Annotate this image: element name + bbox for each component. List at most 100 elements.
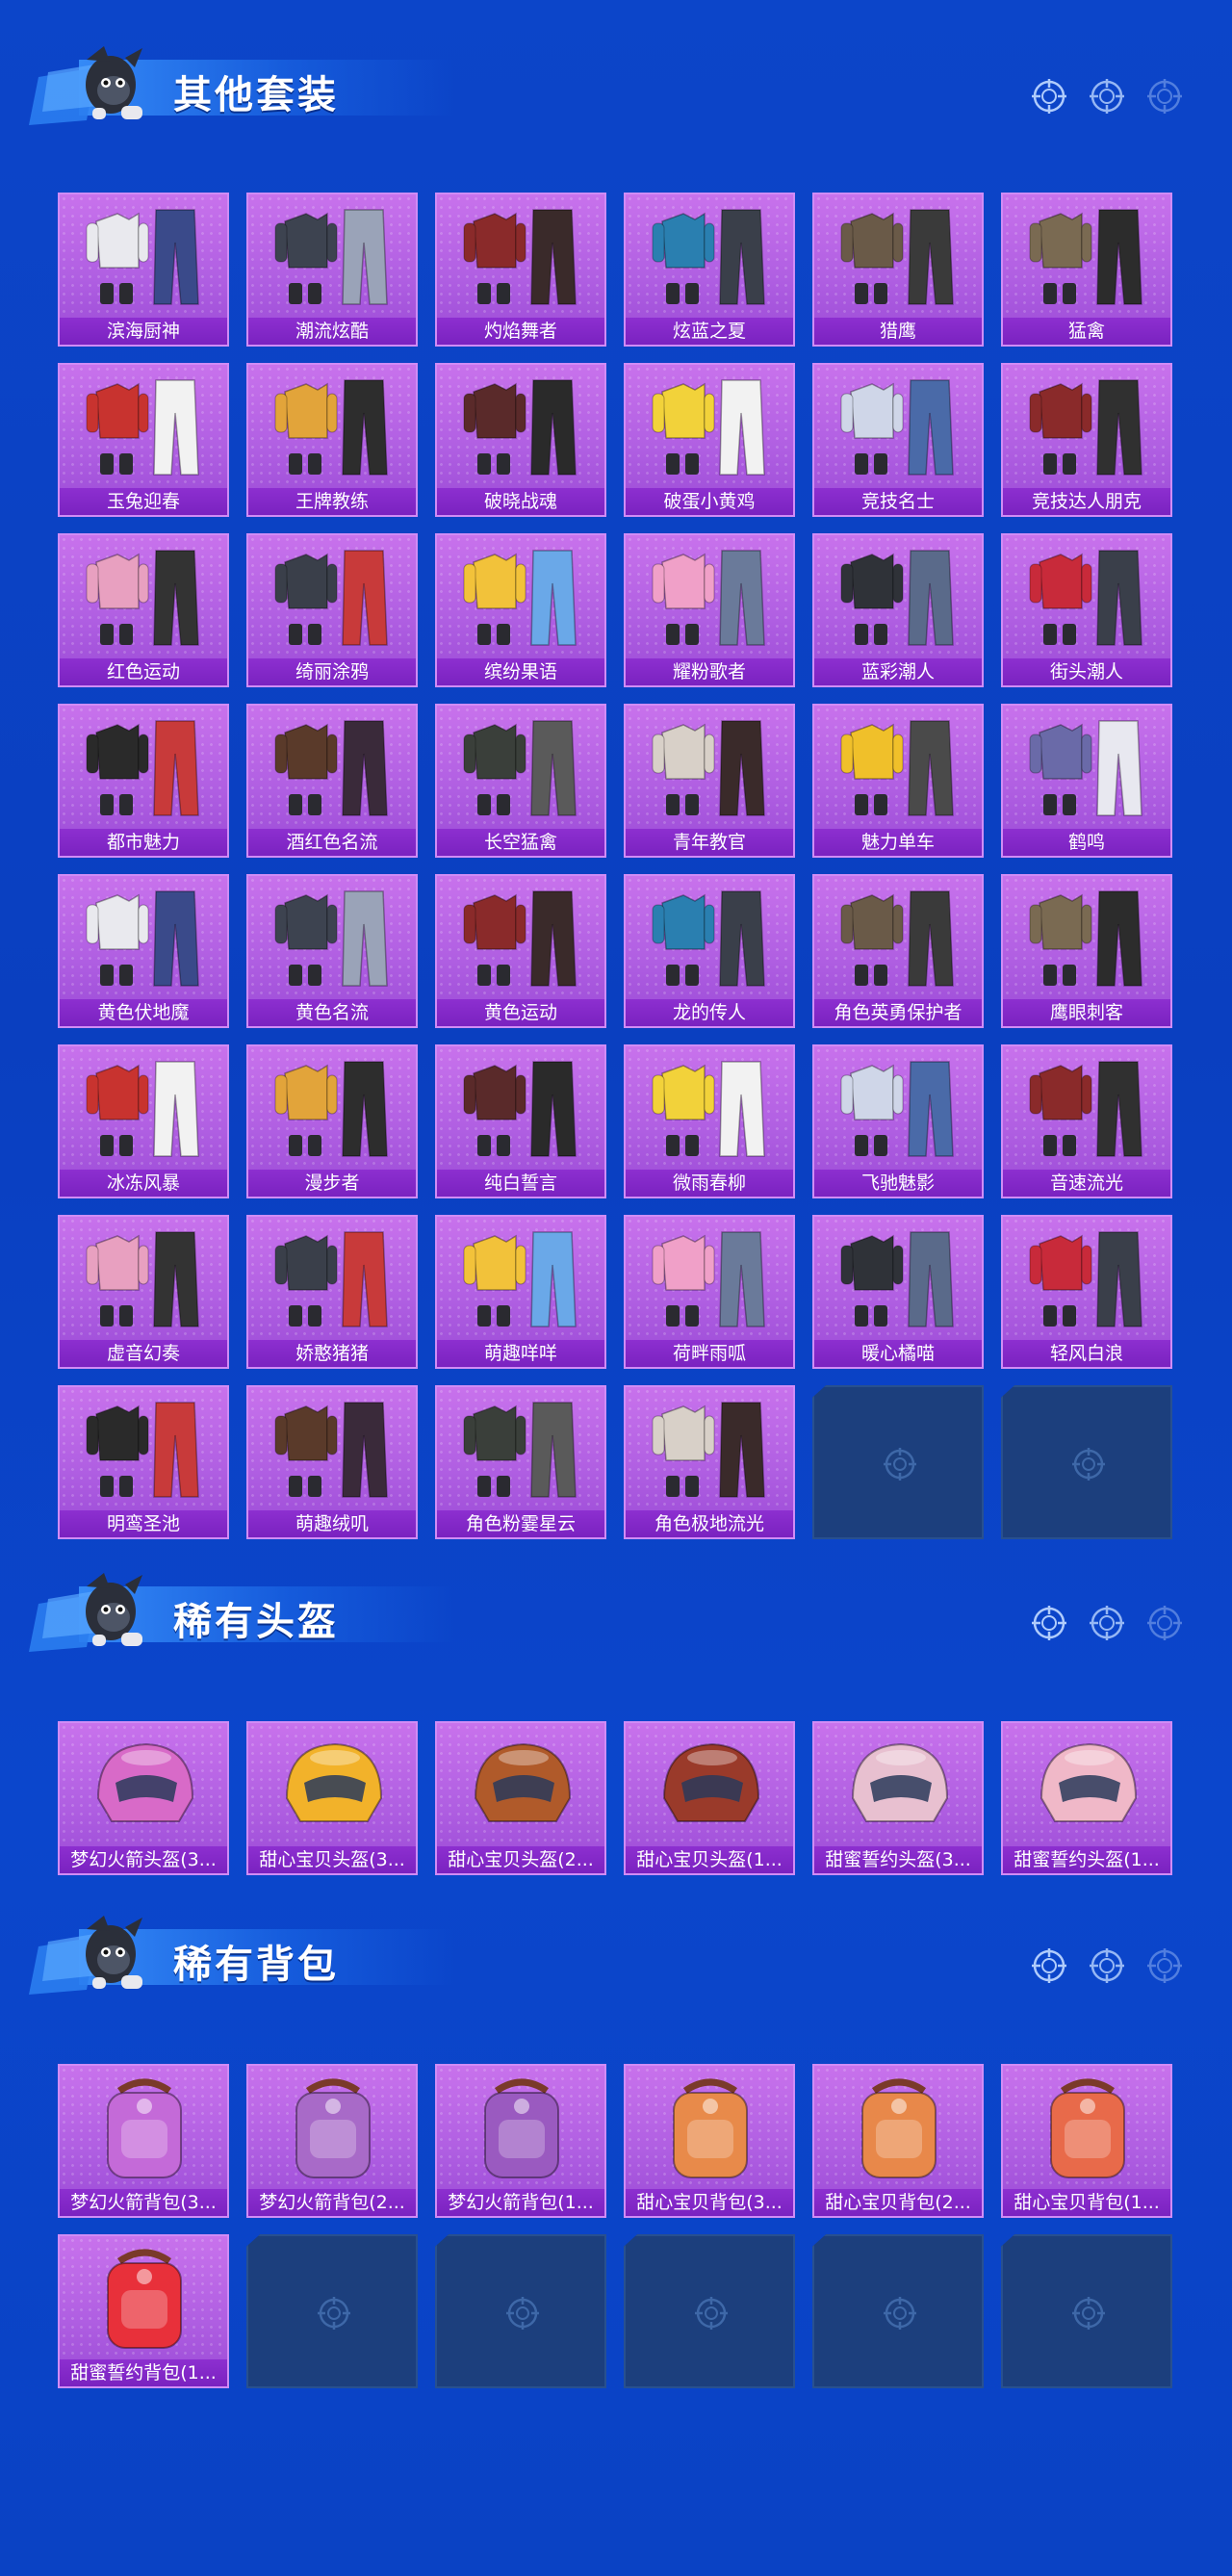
- item-tile[interactable]: 潮流炫酷: [246, 193, 418, 347]
- item-tile[interactable]: 甜蜜誓约头盔(1...: [1001, 1721, 1172, 1875]
- item-tile[interactable]: 炫蓝之夏: [624, 193, 795, 347]
- item-tile[interactable]: 微雨春柳: [624, 1044, 795, 1198]
- backpack-icon: [645, 2072, 776, 2185]
- crosshair-icon: [1030, 77, 1068, 116]
- section-title: 稀有背包: [173, 1943, 339, 1987]
- item-tile[interactable]: 甜蜜誓约背包(1...: [58, 2234, 229, 2388]
- outfit-icon: [79, 711, 210, 825]
- item-tile[interactable]: 红色运动: [58, 533, 229, 687]
- item-tile[interactable]: 缤纷果语: [435, 533, 606, 687]
- item-tile[interactable]: 萌趣咩咩: [435, 1215, 606, 1369]
- item-tile[interactable]: 甜心宝贝背包(3...: [624, 2064, 795, 2218]
- item-tile[interactable]: 街头潮人: [1001, 533, 1172, 687]
- item-tile[interactable]: 王牌教练: [246, 363, 418, 517]
- item-tile[interactable]: 荷畔雨呱: [624, 1215, 795, 1369]
- item-tile[interactable]: 虚音幻奏: [58, 1215, 229, 1369]
- item-tile[interactable]: 玉兔迎春: [58, 363, 229, 517]
- item-tile[interactable]: 破晓战魂: [435, 363, 606, 517]
- item-tile[interactable]: 漫步者: [246, 1044, 418, 1198]
- crosshair-icon: [1088, 77, 1126, 116]
- outfit-icon: [1022, 1223, 1153, 1336]
- item-tile[interactable]: 鹤鸣: [1001, 704, 1172, 858]
- item-tile[interactable]: 耀粉歌者: [624, 533, 795, 687]
- item-tile[interactable]: 甜心宝贝头盔(2...: [435, 1721, 606, 1875]
- crosshair-icon: [1030, 1604, 1068, 1642]
- item-tile[interactable]: 纯白誓言: [435, 1044, 606, 1198]
- item-tile[interactable]: 梦幻火箭头盔(3...: [58, 1721, 229, 1875]
- item-tile[interactable]: 长空猛禽: [435, 704, 606, 858]
- item-tile[interactable]: 青年教官: [624, 704, 795, 858]
- outfit-icon: [79, 1223, 210, 1336]
- crosshair-icon: [1145, 1946, 1184, 1985]
- helmet-icon: [456, 1729, 587, 1842]
- item-name: 缤纷果语: [437, 658, 604, 685]
- item-tile[interactable]: 鹰眼刺客: [1001, 874, 1172, 1028]
- item-tile[interactable]: 暖心橘喵: [812, 1215, 984, 1369]
- empty-slot: [624, 2234, 795, 2388]
- item-name: 微雨春柳: [626, 1170, 793, 1197]
- item-tile[interactable]: 猛禽: [1001, 193, 1172, 347]
- outfit-icon: [1022, 711, 1153, 825]
- item-tile[interactable]: 猎鹰: [812, 193, 984, 347]
- item-tile[interactable]: 甜心宝贝头盔(1...: [624, 1721, 795, 1875]
- outfit-icon: [79, 371, 210, 484]
- item-tile[interactable]: 酒红色名流: [246, 704, 418, 858]
- outfit-icon: [268, 371, 398, 484]
- item-tile[interactable]: 竞技名士: [812, 363, 984, 517]
- outfit-icon: [456, 200, 587, 314]
- crosshair-icon: [315, 2294, 353, 2332]
- item-tile[interactable]: 破蛋小黄鸡: [624, 363, 795, 517]
- item-tile[interactable]: 魅力单车: [812, 704, 984, 858]
- item-tile[interactable]: 甜心宝贝背包(2...: [812, 2064, 984, 2218]
- item-tile[interactable]: 滨海厨神: [58, 193, 229, 347]
- item-tile[interactable]: 蓝彩潮人: [812, 533, 984, 687]
- item-tile[interactable]: 明鸾圣池: [58, 1385, 229, 1539]
- item-tile[interactable]: 绮丽涂鸦: [246, 533, 418, 687]
- item-tile[interactable]: 梦幻火箭背包(1...: [435, 2064, 606, 2218]
- item-tile[interactable]: 甜心宝贝头盔(3...: [246, 1721, 418, 1875]
- item-name: 黄色名流: [248, 999, 416, 1026]
- item-name: 甜蜜誓约头盔(1...: [1003, 1846, 1170, 1873]
- item-tile[interactable]: 角色极地流光: [624, 1385, 795, 1539]
- outfit-icon: [268, 541, 398, 655]
- item-tile[interactable]: 娇憨猪猪: [246, 1215, 418, 1369]
- crosshair-icon: [692, 2294, 731, 2332]
- outfit-icon: [79, 882, 210, 995]
- item-tile[interactable]: 龙的传人: [624, 874, 795, 1028]
- item-name: 甜心宝贝背包(1...: [1003, 2189, 1170, 2216]
- crosshair-icon: [1069, 2294, 1108, 2332]
- outfit-icon: [834, 200, 964, 314]
- item-name: 角色极地流光: [626, 1510, 793, 1537]
- item-name: 明鸾圣池: [60, 1510, 227, 1537]
- item-tile[interactable]: 冰冻风暴: [58, 1044, 229, 1198]
- item-tile[interactable]: 竞技达人朋克: [1001, 363, 1172, 517]
- item-name: 萌趣咩咩: [437, 1340, 604, 1367]
- item-tile[interactable]: 甜蜜誓约头盔(3...: [812, 1721, 984, 1875]
- helmet-icon: [1022, 1729, 1153, 1842]
- item-name: 鹰眼刺客: [1003, 999, 1170, 1026]
- decor-targets: [1030, 1604, 1203, 1646]
- item-tile[interactable]: 都市魅力: [58, 704, 229, 858]
- item-tile[interactable]: 梦幻火箭背包(2...: [246, 2064, 418, 2218]
- item-tile[interactable]: 黄色伏地魔: [58, 874, 229, 1028]
- item-tile[interactable]: 黄色运动: [435, 874, 606, 1028]
- outfit-icon: [456, 1052, 587, 1166]
- item-tile[interactable]: 飞驰魅影: [812, 1044, 984, 1198]
- outfit-icon: [79, 200, 210, 314]
- item-name: 黄色伏地魔: [60, 999, 227, 1026]
- outfit-icon: [456, 371, 587, 484]
- outfit-icon: [456, 711, 587, 825]
- item-name: 梦幻火箭背包(1...: [437, 2189, 604, 2216]
- item-name: 绮丽涂鸦: [248, 658, 416, 685]
- item-tile[interactable]: 灼焰舞者: [435, 193, 606, 347]
- item-tile[interactable]: 甜心宝贝背包(1...: [1001, 2064, 1172, 2218]
- item-tile[interactable]: 角色英勇保护者: [812, 874, 984, 1028]
- item-tile[interactable]: 黄色名流: [246, 874, 418, 1028]
- outfit-icon: [645, 541, 776, 655]
- item-tile[interactable]: 角色粉霎星云: [435, 1385, 606, 1539]
- item-tile[interactable]: 音速流光: [1001, 1044, 1172, 1198]
- item-tile[interactable]: 轻风白浪: [1001, 1215, 1172, 1369]
- outfit-icon: [645, 1052, 776, 1166]
- item-tile[interactable]: 梦幻火箭背包(3...: [58, 2064, 229, 2218]
- item-tile[interactable]: 萌趣绒叽: [246, 1385, 418, 1539]
